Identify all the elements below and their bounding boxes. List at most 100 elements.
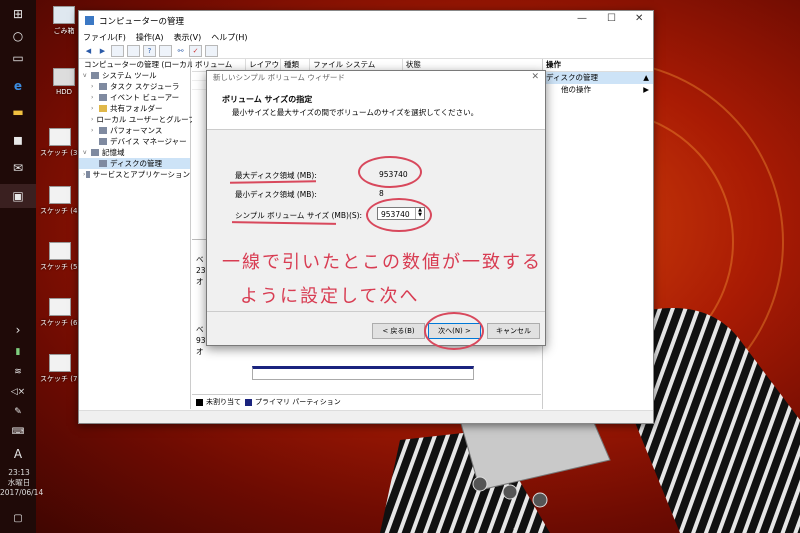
menu-action[interactable]: 操作(A) <box>136 32 164 43</box>
tree-disk-management[interactable]: ディスクの管理 <box>79 158 190 169</box>
sketch-file-icon[interactable]: スケッチ (4).p <box>40 186 87 216</box>
tree-event-viewer[interactable]: › イベント ビューアー <box>79 92 190 103</box>
wizard-heading: ボリューム サイズの指定 <box>222 95 313 104</box>
device-icon <box>99 138 107 145</box>
tree-local-users[interactable]: › ローカル ユーザーとグループ <box>79 114 196 125</box>
disk-legend: 未割り当て プライマリ パーティション <box>192 394 541 409</box>
keyboard-icon[interactable]: ⌨ <box>0 420 36 444</box>
computer-management-icon[interactable]: ▣ <box>0 184 36 208</box>
back-arrow-icon[interactable]: ◀ <box>83 46 94 56</box>
navigation-tree: コンピューターの管理 (ローカル) v システム ツール › タスク スケジューラ … <box>79 59 197 409</box>
status-bar <box>79 410 653 423</box>
task-view-icon[interactable]: ▭ <box>0 46 36 70</box>
expand-arrow-icon[interactable]: › <box>91 125 99 136</box>
wizard-subheading: 最小サイズと最大サイズの間でボリュームのサイズを選択してください。 <box>232 108 479 117</box>
min-size-label: 最小ディスク領域 (MB): <box>235 190 317 199</box>
max-size-label: 最大ディスク領域 (MB): <box>235 171 317 180</box>
annotation-circle <box>366 198 432 232</box>
toolbar: ◀ ▶ ? ⚯ ✓ <box>79 44 653 59</box>
tree-system-tools[interactable]: v システム ツール <box>79 70 190 81</box>
wizard-separator <box>207 311 545 312</box>
mail-icon[interactable]: ✉ <box>0 156 36 180</box>
menu-help[interactable]: ヘルプ(H) <box>211 32 247 43</box>
sketch-file-icon[interactable]: スケッチ (3).p <box>40 128 87 158</box>
tools-icon <box>91 72 99 79</box>
event-icon <box>99 94 107 101</box>
legend-unallocated: 未割り当て <box>206 398 241 406</box>
menu-bar: ファイル(F) 操作(A) 表示(V) ヘルプ(H) <box>79 30 653 44</box>
expand-arrow-icon[interactable]: › <box>91 92 99 103</box>
min-size-value: 8 <box>379 189 384 198</box>
clock-weekday[interactable]: 水曜日 <box>0 478 38 488</box>
expand-arrow-icon[interactable]: v <box>83 147 91 158</box>
tree-storage[interactable]: v 記憶域 <box>79 147 190 158</box>
windows-start-icon[interactable]: ⊞ <box>0 2 36 26</box>
folder-icon <box>99 105 107 112</box>
explorer-icon[interactable]: ▬ <box>0 100 36 124</box>
show-tree-icon[interactable] <box>127 45 140 57</box>
unallocated-swatch <box>196 398 203 406</box>
partition-block[interactable] <box>252 366 474 380</box>
striped-sleeve <box>630 308 800 533</box>
tree-shared-folders[interactable]: › 共有フォルダー <box>79 103 190 114</box>
expand-arrow-icon[interactable]: v <box>83 70 91 81</box>
menu-file[interactable]: ファイル(F) <box>83 32 126 43</box>
help-icon[interactable]: ? <box>143 45 156 57</box>
edge-icon[interactable]: e <box>0 74 36 98</box>
menu-view[interactable]: 表示(V) <box>174 32 202 43</box>
taskbar: ⊞ ○ ▭ e ▬ ◼ ✉ ▣ › ▮ ≋ ◁× ✎ ⌨ A 23:13 水曜日… <box>0 0 43 533</box>
disk-icon <box>99 160 107 167</box>
up-folder-icon[interactable] <box>111 45 124 57</box>
sketch-file-icon[interactable]: スケッチ (5).p <box>40 242 87 272</box>
actions-disk-management[interactable]: ディスクの管理 ▲ <box>543 72 653 84</box>
tree-performance[interactable]: › パフォーマンス <box>79 125 190 136</box>
chevron-up-icon[interactable]: › <box>0 318 36 342</box>
maximize-icon[interactable]: ☐ <box>607 13 616 24</box>
store-icon[interactable]: ◼ <box>0 128 36 152</box>
app-icon <box>85 16 94 25</box>
legend-primary: プライマリ パーティション <box>255 398 341 406</box>
connect-icon[interactable]: ⚯ <box>175 46 186 56</box>
performance-icon <box>99 127 107 134</box>
cuff-button <box>532 492 548 508</box>
ime-indicator[interactable]: A <box>0 442 36 466</box>
wizard-title[interactable]: 新しいシンプル ボリューム ウィザード <box>207 71 545 85</box>
cortana-icon[interactable]: ○ <box>0 24 36 48</box>
close-icon[interactable]: ✕ <box>531 72 539 82</box>
back-button[interactable]: < 戻る(B) <box>372 323 425 339</box>
clock-time[interactable]: 23:13 <box>0 468 38 478</box>
properties-icon[interactable] <box>159 45 172 57</box>
storage-icon <box>91 149 99 156</box>
sketch-file-icon[interactable]: スケッチ (7).p <box>40 354 87 384</box>
expand-arrow-icon[interactable]: › <box>91 114 93 125</box>
actions-header: 操作 <box>543 59 653 72</box>
primary-swatch <box>245 398 252 406</box>
tree-device-manager[interactable]: デバイス マネージャー <box>79 136 190 147</box>
annotation-text-line2: ように設定して次へ <box>240 286 420 307</box>
clock-icon <box>99 83 107 90</box>
actions-other[interactable]: 他の操作 ▶ <box>543 84 653 96</box>
window-titlebar[interactable]: コンピューターの管理 <box>79 11 653 30</box>
expand-arrow-icon[interactable]: › <box>91 103 99 114</box>
volume-size-label: シンプル ボリューム サイズ (MB)(S): <box>235 211 363 220</box>
cuff-button <box>502 484 518 500</box>
actions-pane: 操作 ディスクの管理 ▲ 他の操作 ▶ <box>542 59 653 409</box>
notification-icon[interactable]: ▢ <box>0 506 36 530</box>
annotation-text-line1: 一線で引いたとこの数値が一致する <box>222 252 542 273</box>
tree-services-apps[interactable]: › サービスとアプリケーション <box>79 169 190 180</box>
expand-arrow-icon[interactable]: › <box>91 81 99 92</box>
check-icon[interactable]: ✓ <box>189 45 202 57</box>
cancel-button[interactable]: キャンセル <box>487 323 540 339</box>
close-icon[interactable]: ✕ <box>635 13 643 24</box>
wizard-header: ボリューム サイズの指定 最小サイズと最大サイズの間でボリュームのサイズを選択し… <box>207 85 545 130</box>
tree-task-scheduler[interactable]: › タスク スケジューラ <box>79 81 190 92</box>
view-icon[interactable] <box>205 45 218 57</box>
tree-root[interactable]: コンピューターの管理 (ローカル) <box>79 59 197 70</box>
clock-date[interactable]: 2017/06/14 <box>0 488 43 498</box>
sketch-file-icon[interactable]: スケッチ (6).p <box>40 298 87 328</box>
annotation-circle <box>358 156 422 188</box>
forward-arrow-icon[interactable]: ▶ <box>97 46 108 56</box>
minimize-icon[interactable]: — <box>577 13 587 24</box>
collapse-icon[interactable]: ▲ <box>643 72 649 84</box>
services-icon <box>86 171 90 178</box>
